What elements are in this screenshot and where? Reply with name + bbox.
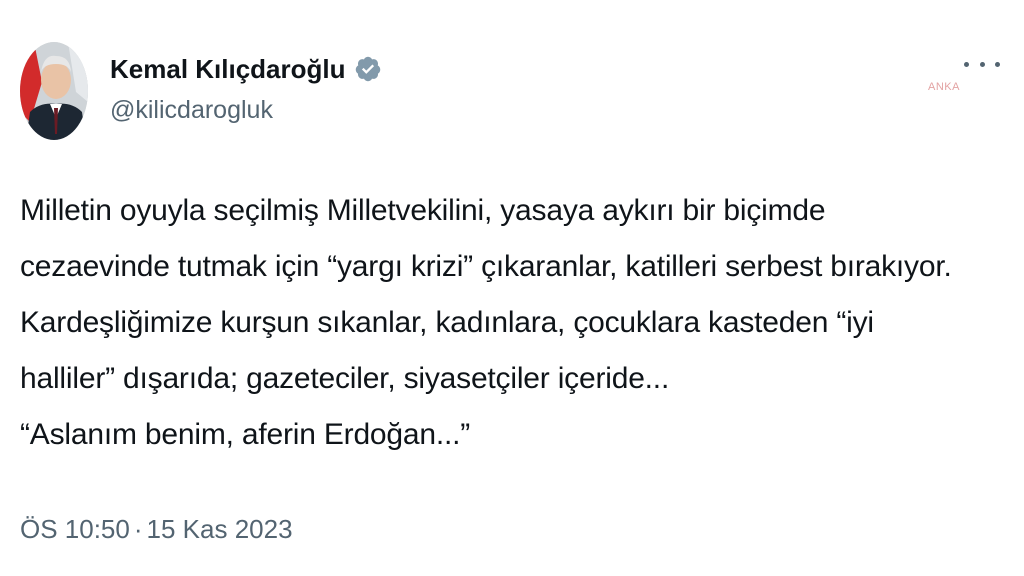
tweet-timestamp[interactable]: ÖS 10:50 · 15 Kas 2023 — [20, 514, 293, 545]
tweet-card: Kemal Kılıçdaroğlu @kilicdarogluk ANKA M… — [0, 0, 1024, 576]
tweet-text: Milletin oyuyla seçilmiş Milletvekilini,… — [20, 183, 1010, 463]
tweet-date: 15 Kas 2023 — [146, 514, 293, 544]
author-handle[interactable]: @kilicdarogluk — [110, 96, 382, 125]
tweet-line: Milletin oyuyla seçilmiş Milletvekilini,… — [20, 194, 826, 227]
tweet-line: “Aslanım benim, aferin Erdoğan...” — [20, 418, 471, 451]
dot — [979, 61, 985, 67]
dot — [995, 61, 1000, 67]
dot — [964, 61, 969, 67]
meta-separator: · — [133, 514, 143, 544]
verified-badge-icon[interactable] — [354, 55, 382, 83]
watermark: ANKA — [928, 81, 960, 93]
tweet-line: cezaevinde tutmak için “yargı krizi” çık… — [20, 250, 952, 283]
tweet-line: Kardeşliğimize kurşun sıkanlar, kadınlar… — [20, 306, 874, 339]
author-name[interactable]: Kemal Kılıçdaroğlu — [110, 54, 346, 85]
name-row: Kemal Kılıçdaroğlu — [110, 52, 382, 86]
author-info: Kemal Kılıçdaroğlu @kilicdarogluk — [110, 52, 382, 125]
avatar[interactable] — [20, 42, 88, 140]
avatar-image — [20, 42, 88, 140]
tweet-time: ÖS 10:50 — [20, 514, 130, 544]
tweet-line: halliler” dışarıda; gazeteciler, siyaset… — [20, 362, 670, 395]
more-options-icon[interactable] — [964, 54, 1000, 74]
